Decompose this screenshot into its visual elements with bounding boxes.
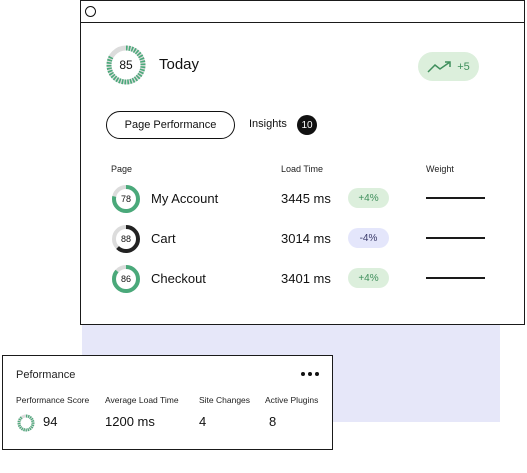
page-score-ring: 86	[111, 264, 141, 294]
active-plugins-label: Active Plugins	[265, 395, 319, 405]
page-score-ring: 78	[111, 184, 141, 214]
site-changes-value: 4	[199, 414, 207, 429]
active-plugins-value: 8	[269, 414, 277, 429]
trend-value: +5	[457, 60, 470, 73]
column-header-load-time: Load Time	[281, 164, 324, 174]
weight-bar	[426, 277, 485, 279]
site-changes-label: Site Changes	[199, 395, 251, 405]
page-score-ring: 88	[111, 224, 141, 254]
trend-up-icon	[427, 60, 451, 73]
performance-score-label: Performance Score	[16, 395, 90, 405]
table-row[interactable]: 88 Cart 3014 ms -4%	[81, 223, 524, 255]
average-load-time-label: Average Load Time	[105, 395, 179, 405]
load-time-value: 3445 ms	[281, 191, 331, 206]
today-label: Today	[159, 56, 200, 73]
page-score-value: 88	[120, 234, 131, 244]
load-time-value: 3014 ms	[281, 231, 331, 246]
load-time-value: 3401 ms	[281, 271, 331, 286]
load-time-change-badge: +4%	[348, 188, 389, 208]
page-score-value: 86	[120, 274, 131, 284]
page-name: Cart	[151, 231, 176, 246]
table-row[interactable]: 86 Checkout 3401 ms +4%	[81, 263, 524, 295]
weight-bar	[426, 197, 485, 199]
load-time-change-badge: +4%	[348, 268, 389, 288]
average-load-time-value: 1200 ms	[105, 414, 155, 429]
page-name: Checkout	[151, 271, 206, 286]
column-header-weight: Weight	[426, 164, 454, 174]
performance-card: Peformance Performance Score 94 Average …	[2, 355, 333, 450]
window-titlebar	[81, 1, 524, 23]
tab-insights[interactable]: Insights	[249, 118, 287, 130]
table-row[interactable]: 78 My Account 3445 ms +4%	[81, 183, 524, 215]
trend-badge: +5	[418, 52, 479, 81]
page-name: My Account	[151, 191, 219, 206]
main-window: 85 Today +5 Page Performance Insights 10…	[80, 0, 525, 325]
today-score-ring: 85	[106, 45, 146, 85]
weight-bar	[426, 237, 485, 239]
performance-score-ring	[17, 414, 35, 432]
column-header-page: Page	[111, 164, 133, 174]
more-horizontal-icon[interactable]	[301, 369, 319, 379]
load-time-change-badge: -4%	[348, 228, 389, 248]
performance-score-value: 94	[43, 414, 58, 429]
card-title: Peformance	[16, 369, 76, 381]
insights-count-badge: 10	[297, 115, 317, 135]
window-control-icon[interactable]	[85, 6, 96, 17]
tab-page-performance[interactable]: Page Performance	[106, 111, 235, 139]
page-score-value: 78	[120, 194, 131, 204]
today-score-value: 85	[119, 58, 133, 72]
